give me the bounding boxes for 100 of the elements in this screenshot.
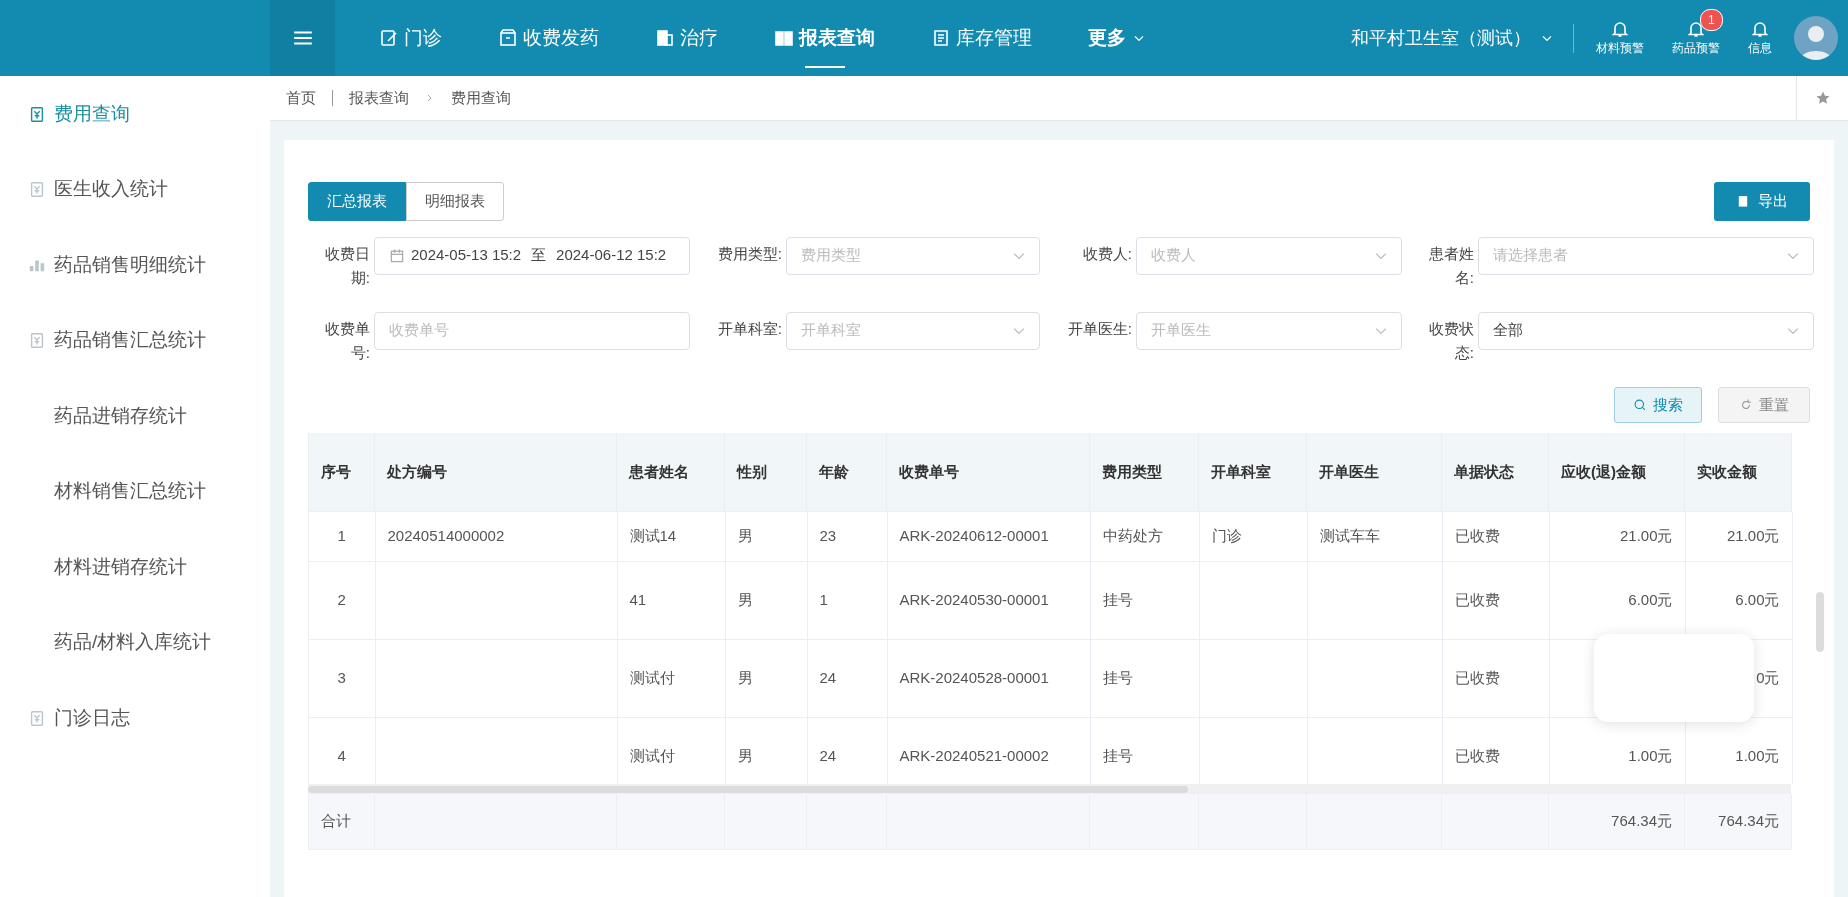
- select-field[interactable]: 全部: [1478, 311, 1814, 350]
- star-icon: [1814, 90, 1831, 106]
- table-cell: 4: [337, 747, 346, 765]
- table-cell: 男: [737, 527, 753, 544]
- column-header: 应收(退)金额: [1548, 433, 1685, 511]
- table-cell: 中药处方: [1102, 527, 1163, 544]
- edit-icon: [379, 28, 399, 48]
- table-cell: 1.00元: [1735, 747, 1780, 765]
- menu-button[interactable]: [270, 0, 335, 76]
- nav-tab[interactable]: 门诊: [351, 0, 470, 76]
- table-cell: 24: [819, 669, 837, 687]
- clipboard-icon: [1736, 194, 1750, 209]
- table-cell: 已收费: [1454, 747, 1500, 765]
- column-header: 年龄: [806, 433, 887, 511]
- total-amount: 764.34元: [1611, 812, 1672, 829]
- column-header: 单据状态: [1441, 433, 1549, 511]
- field-label: 开单医生:: [1066, 318, 1132, 339]
- report-tab[interactable]: 明细报表: [406, 182, 504, 221]
- column-header: 开单医生: [1306, 433, 1442, 511]
- table-cell: 测试14: [629, 527, 677, 544]
- alert-button[interactable]: 材料预警: [1582, 19, 1658, 57]
- date-range-field[interactable]: 2024-05-13 15:2 至 2024-06-12 15:2: [374, 236, 690, 275]
- total-amount: 764.34元: [1718, 812, 1779, 829]
- table-cell: 男: [737, 591, 753, 609]
- scrollbar-thumb[interactable]: [1816, 591, 1824, 652]
- sidebar-item[interactable]: 药品销售明细统计: [0, 227, 270, 303]
- select-field[interactable]: 费用类型: [786, 236, 1040, 275]
- book-icon: [774, 28, 794, 48]
- select-field[interactable]: 请选择患者: [1478, 236, 1814, 275]
- sidebar-item[interactable]: 药品/材料入库统计: [0, 604, 270, 680]
- breadcrumb-link[interactable]: 报表查询: [349, 86, 409, 110]
- table-cell: 1: [819, 591, 828, 609]
- table-cell: 1: [337, 527, 346, 544]
- horizontal-scrollbar[interactable]: [308, 783, 1791, 794]
- documents-icon: [655, 28, 675, 48]
- field-label: 费用类型:: [716, 243, 782, 264]
- end-date: 2024-06-12 15:2: [556, 245, 667, 266]
- column-header: 实收金额: [1684, 433, 1792, 511]
- table-cell: 0元: [1756, 669, 1780, 687]
- bell-icon: [1750, 19, 1770, 39]
- column-header: 费用类型: [1089, 433, 1199, 511]
- table-cell: 6.00元: [1735, 591, 1780, 609]
- table-cell: 2: [337, 591, 346, 609]
- nav-tab[interactable]: 库存管理: [903, 0, 1060, 76]
- search-button[interactable]: 搜索: [1614, 386, 1702, 423]
- table-cell: 1.00元: [1628, 747, 1673, 765]
- breadcrumb-link[interactable]: 首页: [286, 86, 316, 110]
- table-cell: 21.00元: [1619, 527, 1673, 544]
- column-header: 开单科室: [1198, 433, 1307, 511]
- table-cell: 41: [629, 591, 647, 609]
- start-date: 2024-05-13 15:2: [411, 245, 522, 266]
- column-header: 处方编号: [374, 433, 617, 511]
- receipt-icon: [28, 708, 46, 727]
- nav-tab[interactable]: 报表查询: [746, 0, 903, 76]
- table-cell: 测试付: [629, 669, 675, 687]
- export-button[interactable]: 导出: [1714, 182, 1810, 221]
- sidebar-item[interactable]: 药品进销存统计: [0, 378, 270, 454]
- table-cell: 已收费: [1454, 527, 1500, 544]
- calendar-icon: [389, 247, 405, 264]
- table-cell: 已收费: [1454, 591, 1500, 609]
- column-header: 序号: [308, 433, 375, 511]
- field-label: 收费人:: [1081, 243, 1132, 264]
- nav-tab[interactable]: 收费发药: [470, 0, 627, 76]
- sidebar-item[interactable]: 门诊日志: [0, 680, 270, 756]
- select-field[interactable]: 收费人: [1136, 236, 1402, 275]
- breadcrumb-current[interactable]: 费用查询: [451, 86, 511, 110]
- clinic-selector[interactable]: 和平村卫生室（测试）: [1345, 23, 1574, 53]
- field-label: 收费单号:: [324, 318, 370, 363]
- avatar[interactable]: [1794, 16, 1838, 60]
- bell-icon: [1610, 19, 1630, 39]
- field-label: 开单科室:: [716, 318, 782, 339]
- field-label: 患者姓名:: [1428, 243, 1474, 288]
- table-cell: 3: [337, 669, 346, 687]
- receipt-icon: [28, 104, 46, 123]
- select-field[interactable]: 开单医生: [1136, 311, 1402, 350]
- input-field[interactable]: 收费单号: [374, 311, 690, 350]
- refresh-icon: [1739, 397, 1753, 412]
- field-label: 收费日期:: [324, 243, 370, 288]
- alert-button[interactable]: 信息: [1734, 19, 1786, 57]
- bell-icon: [1686, 19, 1706, 39]
- nav-tab[interactable]: 治疗: [627, 0, 746, 76]
- sidebar-item[interactable]: 材料销售汇总统计: [0, 453, 270, 529]
- sidebar-item[interactable]: 费用查询: [0, 76, 270, 152]
- table-cell: 20240514000002: [387, 527, 505, 544]
- table-cell: ARK-20240528-00001: [899, 669, 1049, 687]
- column-header: 收费单号: [886, 433, 1090, 511]
- sidebar-item[interactable]: 药品销售汇总统计: [0, 302, 270, 378]
- range-separator: 至: [531, 245, 547, 266]
- table-cell: 已收费: [1454, 669, 1500, 687]
- report-tab[interactable]: 汇总报表: [308, 182, 406, 221]
- sidebar-item[interactable]: 医生收入统计: [0, 151, 270, 227]
- count-badge: 1: [1700, 9, 1723, 31]
- table-cell: 测试车车: [1319, 527, 1380, 544]
- table-cell: ARK-20240612-00001: [899, 527, 1049, 544]
- table-cell: 挂号: [1102, 669, 1133, 687]
- more-menu[interactable]: 更多: [1060, 0, 1175, 76]
- sidebar-item[interactable]: 材料进销存统计: [0, 529, 270, 605]
- receipt-icon: [28, 331, 46, 350]
- select-field[interactable]: 开单科室: [786, 311, 1040, 350]
- table-cell: 门诊: [1211, 527, 1242, 544]
